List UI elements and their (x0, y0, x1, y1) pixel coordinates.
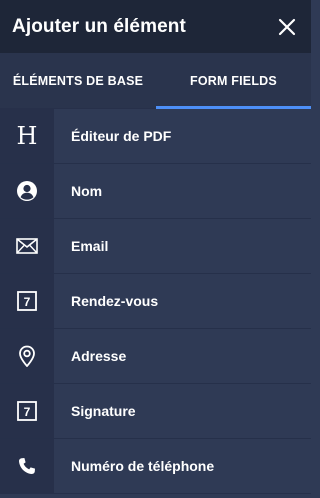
tab-bar: ÉLÉMENTS DE BASE FORM FIELDS (0, 53, 311, 109)
tab-label: FORM FIELDS (190, 73, 277, 88)
location-pin-icon (19, 345, 35, 367)
list-item-email[interactable]: Email (0, 219, 311, 274)
tab-form-fields[interactable]: FORM FIELDS (156, 53, 311, 109)
list-item-label: Numéro de téléphone (71, 458, 215, 474)
list-item-label: Signature (71, 403, 136, 419)
list-item-signature[interactable]: 7 Signature (0, 384, 311, 439)
tab-basic-elements[interactable]: ÉLÉMENTS DE BASE (0, 53, 156, 108)
user-icon (17, 181, 37, 201)
heading-icon: H (16, 122, 38, 150)
calendar-icon: 7 (17, 291, 37, 311)
list-item-label: Nom (71, 183, 103, 199)
list-item-phone-number[interactable]: Numéro de téléphone (0, 439, 311, 494)
panel-title: Ajouter un élément (12, 15, 186, 37)
list-item-address[interactable]: Adresse (0, 329, 311, 384)
tab-label: ÉLÉMENTS DE BASE (12, 73, 144, 88)
list-item-pdf-editor[interactable]: H Éditeur de PDF (0, 109, 311, 164)
close-icon (278, 18, 296, 35)
add-element-panel: Ajouter un élément ÉLÉMENTS DE BASE FORM… (0, 0, 311, 498)
close-button[interactable] (275, 15, 299, 39)
phone-icon (19, 458, 35, 474)
panel-header: Ajouter un élément (0, 0, 311, 53)
calendar-icon: 7 (17, 401, 37, 421)
list-item-label: Email (71, 238, 109, 254)
envelope-icon (16, 238, 38, 254)
list-item-name[interactable]: Nom (0, 164, 311, 219)
list-item-label: Éditeur de PDF (71, 128, 172, 144)
list-item-appointment[interactable]: 7 Rendez-vous (0, 274, 311, 329)
element-list: H Éditeur de PDF Nom Email 7 Rendez-vous… (0, 109, 311, 494)
svg-text:7: 7 (24, 405, 31, 419)
list-item-label: Adresse (71, 348, 127, 364)
svg-text:7: 7 (24, 295, 31, 309)
list-item-label: Rendez-vous (71, 293, 159, 309)
